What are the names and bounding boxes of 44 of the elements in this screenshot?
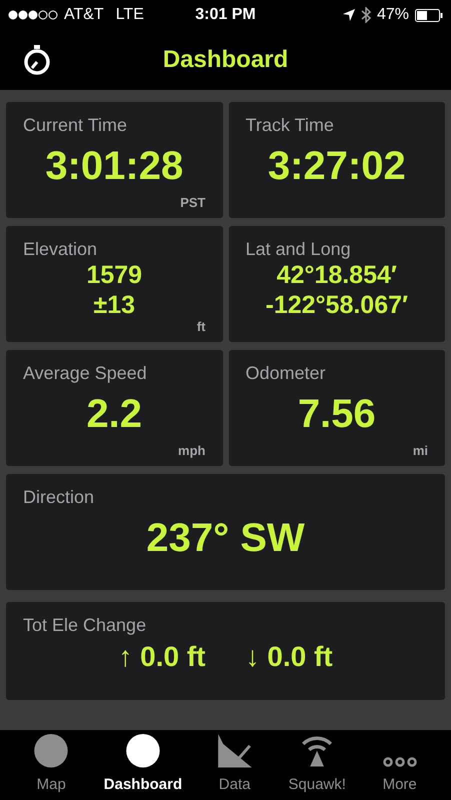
tile-value: 7.56 [298, 391, 376, 438]
tab-item[interactable]: Data [204, 734, 265, 796]
tile-value: ±13 [93, 290, 136, 320]
location-arrow-icon [342, 9, 355, 21]
stopwatch-icon [23, 45, 51, 75]
tab-item[interactable]: More [370, 734, 430, 796]
carrier-name: AT&T [64, 5, 104, 25]
antenna-icon [300, 734, 334, 768]
tab-item[interactable]: Squawk! [287, 734, 348, 796]
tile-label: Direction [23, 486, 94, 508]
bluetooth-icon [360, 7, 371, 23]
battery-percent: 47% [376, 5, 409, 25]
network-type: LTE [116, 5, 144, 25]
battery-icon [415, 8, 443, 22]
circle-icon [126, 734, 160, 768]
tile-value: ↓ 0.0 ft [246, 640, 333, 674]
page-title: Dashboard [162, 45, 288, 75]
tile-label: Elevation [23, 238, 98, 260]
chart-icon [218, 734, 252, 768]
tile-label: Average Speed [23, 362, 147, 384]
clock-time: 3:01 PM [195, 5, 256, 25]
tile-label: Track Time [246, 114, 334, 136]
signal-icon [8, 10, 58, 20]
tile-value: -122°58.067′ [266, 290, 408, 320]
tile-value: 1579 [86, 260, 142, 290]
tile-label: Lat and Long [246, 238, 351, 260]
unit-label: mph [178, 444, 206, 458]
tile-label: Tot Ele Change [23, 614, 146, 636]
tile-label: Current Time [23, 114, 128, 136]
tile-label: Odometer [246, 362, 326, 384]
more-icon [382, 756, 417, 768]
unit-label: ft [196, 320, 206, 334]
unit-label: mi [412, 444, 428, 458]
circle-icon [34, 734, 68, 768]
tile-value: 2.2 [86, 391, 142, 438]
tile-value: 237° SW [146, 515, 305, 562]
tab-item[interactable]: Dashboard [104, 734, 182, 796]
stopwatch-button[interactable] [22, 44, 52, 76]
unit-label: PST [180, 196, 206, 210]
tile-value: 42°18.854′ [276, 260, 397, 290]
tab-item[interactable]: Map [21, 734, 82, 796]
tile-value: 3:01:28 [45, 143, 184, 190]
tile-value: ↑ 0.0 ft [118, 640, 206, 674]
tile-value: 3:27:02 [268, 143, 406, 190]
